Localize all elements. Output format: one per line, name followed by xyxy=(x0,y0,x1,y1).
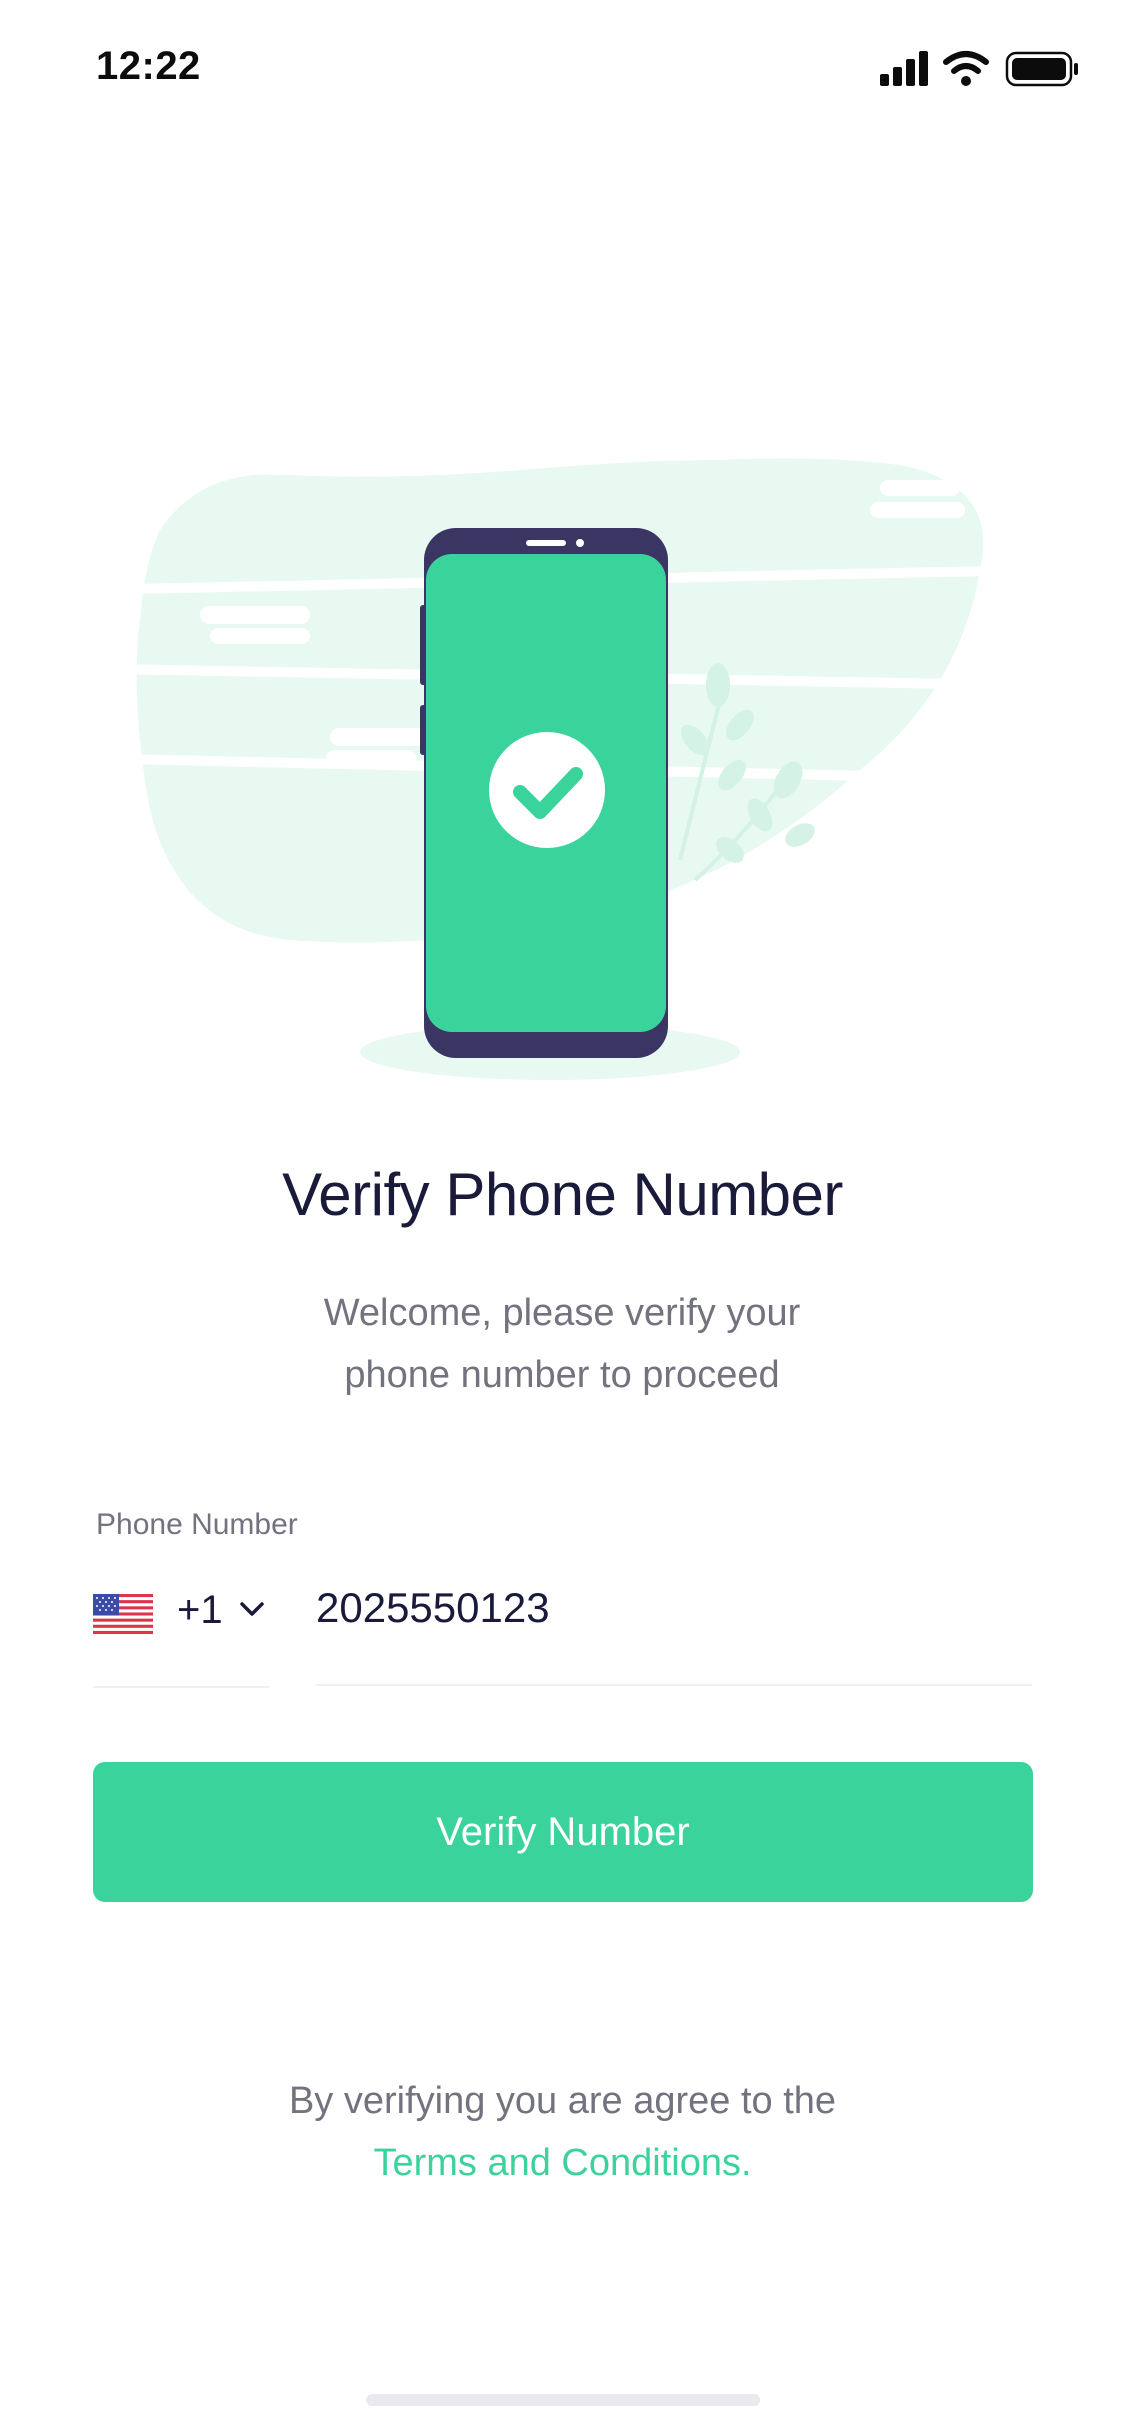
verify-number-button[interactable]: Verify Number xyxy=(93,1762,1033,1902)
status-time: 12:22 xyxy=(96,44,201,88)
status-bar: 12:22 xyxy=(0,0,1125,140)
phone-verified-illustration xyxy=(119,440,1006,1100)
battery-icon xyxy=(1005,51,1078,87)
page-subtitle: Welcome, please verify your phone number… xyxy=(262,1282,862,1406)
subtitle-line-2: phone number to proceed xyxy=(344,1354,780,1396)
wifi-icon xyxy=(943,51,989,86)
status-icons xyxy=(880,48,1080,88)
terms-and-conditions-link[interactable]: Terms and Conditions. xyxy=(373,2142,751,2184)
terms-notice: By verifying you are agree to the Terms … xyxy=(0,2070,1125,2194)
us-flag-icon xyxy=(93,1594,153,1634)
country-code-picker[interactable]: +1 xyxy=(93,1580,269,1688)
phone-number-input[interactable] xyxy=(316,1580,1032,1686)
signal-icon xyxy=(880,51,1078,87)
home-indicator[interactable] xyxy=(366,2394,760,2406)
agreement-text: By verifying you are agree to the xyxy=(288,2080,837,2122)
dial-code: +1 xyxy=(177,1588,223,1632)
subtitle-line-1: Welcome, please verify your xyxy=(323,1292,801,1334)
chevron-down-icon xyxy=(240,1602,264,1616)
phone-number-label: Phone Number xyxy=(96,1508,298,1541)
page-title: Verify Phone Number xyxy=(282,1161,843,1228)
